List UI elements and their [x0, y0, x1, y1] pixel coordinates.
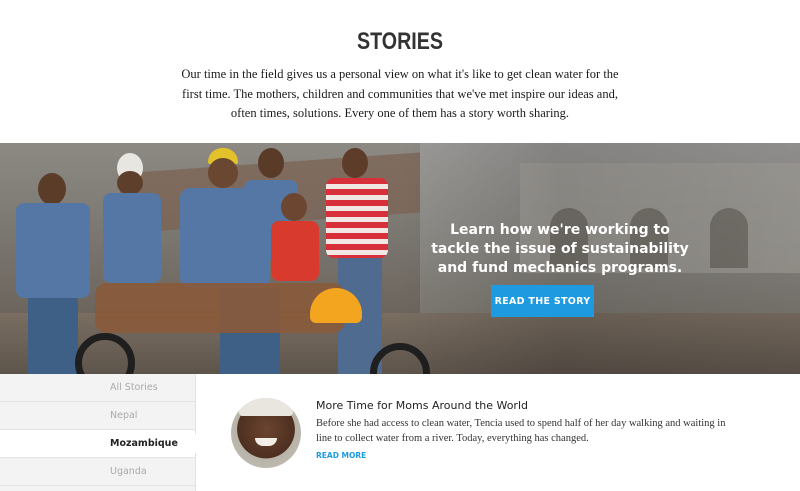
story-title: More Time for Moms Around the World — [316, 399, 528, 412]
hero-headline: Learn how we're working to tackle the is… — [431, 222, 689, 276]
page-title: STORIES — [356, 28, 444, 55]
sidebar-item-mozambique[interactable]: Mozambique — [0, 430, 195, 458]
story-card: More Time for Moms Around the World Befo… — [196, 374, 800, 491]
sidebar-item-uganda[interactable]: Uganda — [0, 458, 195, 486]
read-more-link[interactable]: READ MORE — [316, 451, 366, 460]
read-the-story-button[interactable]: READ THE STORY — [491, 285, 594, 317]
country-filter-sidebar: All Stories Nepal Mozambique Uganda — [0, 374, 196, 491]
stories-intro: STORIES Our time in the field gives us a… — [0, 0, 800, 143]
intro-paragraph: Our time in the field gives us a persona… — [181, 67, 619, 120]
headscarf-shape — [239, 398, 293, 416]
story-avatar — [231, 398, 301, 468]
sidebar-item-all-stories[interactable]: All Stories — [0, 374, 195, 402]
sidebar-item-nepal[interactable]: Nepal — [0, 402, 195, 430]
smile-shape — [255, 438, 277, 446]
story-excerpt: Before she had access to clean water, Te… — [316, 418, 726, 444]
